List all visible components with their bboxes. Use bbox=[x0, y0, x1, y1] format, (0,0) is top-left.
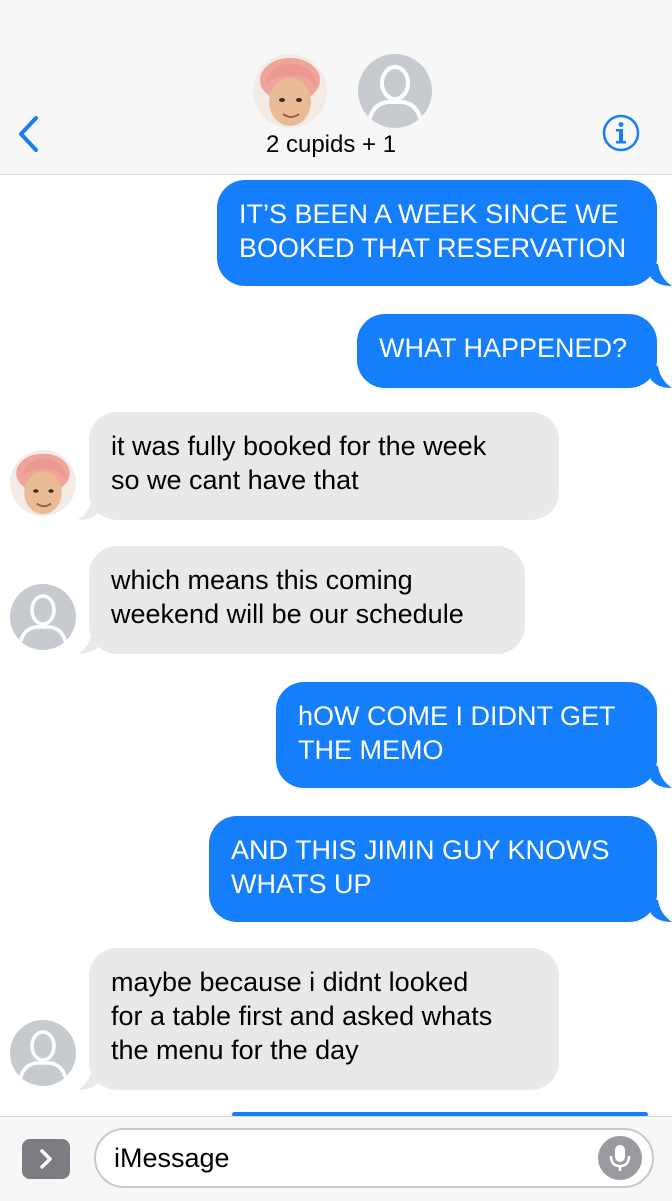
message-input[interactable]: iMessage bbox=[94, 1128, 654, 1188]
bubble-tail bbox=[650, 766, 672, 788]
message-line: the menu for the day bbox=[111, 1035, 359, 1065]
message-line: THE MEMO bbox=[298, 735, 444, 765]
message-line: so we cant have that bbox=[111, 465, 359, 495]
message-line: AND THIS JIMIN GUY KNOWS bbox=[231, 835, 610, 865]
message-line: hOW COME I DIDNT GET bbox=[298, 701, 616, 731]
bubble-tail bbox=[650, 900, 672, 922]
participant-avatar-pink-hair[interactable] bbox=[253, 54, 327, 128]
message-bubble-outgoing[interactable]: AND THIS JIMIN GUY KNOWS WHATS UP bbox=[209, 816, 657, 922]
message-bubble-outgoing[interactable]: hOW COME I DIDNT GET THE MEMO bbox=[276, 682, 657, 788]
info-button[interactable] bbox=[602, 114, 640, 152]
message-bubble-incoming[interactable]: maybe because i didnt looked for a table… bbox=[89, 948, 559, 1090]
participant-avatar-default[interactable] bbox=[358, 54, 432, 128]
message-line: IT’S BEEN A WEEK SINCE WE bbox=[239, 199, 619, 229]
message-line: maybe because i didnt looked bbox=[111, 967, 469, 997]
microphone-icon bbox=[609, 1145, 631, 1171]
message-bubble-outgoing[interactable]: IT’S BEEN A WEEK SINCE WE BOOKED THAT RE… bbox=[217, 180, 657, 286]
message-bubble-incoming[interactable]: which means this coming weekend will be … bbox=[89, 546, 525, 654]
message-line: BOOKED THAT RESERVATION bbox=[239, 233, 627, 263]
info-icon bbox=[602, 114, 640, 152]
message-line: for a table first and asked whats bbox=[111, 1001, 493, 1031]
bubble-tail bbox=[78, 1068, 100, 1090]
bubble-tail bbox=[78, 498, 100, 520]
bubble-tail bbox=[650, 366, 672, 388]
group-name-label: 2 cupids + 1 bbox=[265, 131, 397, 158]
bubble-tail bbox=[78, 632, 100, 654]
sender-avatar-default[interactable] bbox=[10, 584, 76, 650]
group-name[interactable]: 2 cupids + 1 bbox=[0, 131, 672, 159]
message-line: WHAT HAPPENED? bbox=[379, 333, 628, 363]
message-bubble-outgoing[interactable]: WHAT HAPPENED? bbox=[357, 314, 657, 388]
message-line: it was fully booked for the week bbox=[111, 431, 487, 461]
message-input-placeholder: iMessage bbox=[114, 1143, 230, 1173]
bubble-tail bbox=[650, 264, 672, 286]
message-line: which means this coming bbox=[111, 565, 413, 595]
dictation-button[interactable] bbox=[598, 1136, 642, 1180]
message-line: WHATS UP bbox=[231, 869, 372, 899]
message-bubble-incoming[interactable]: it was fully booked for the week so we c… bbox=[89, 412, 559, 520]
conversation-header: 2 cupids + 1 bbox=[0, 0, 672, 175]
sender-avatar-default[interactable] bbox=[10, 1020, 76, 1086]
sender-avatar-pink-hair[interactable] bbox=[10, 450, 76, 516]
chevron-right-icon bbox=[40, 1149, 52, 1169]
apps-button[interactable] bbox=[22, 1139, 70, 1179]
message-line: weekend will be our schedule bbox=[111, 599, 464, 629]
